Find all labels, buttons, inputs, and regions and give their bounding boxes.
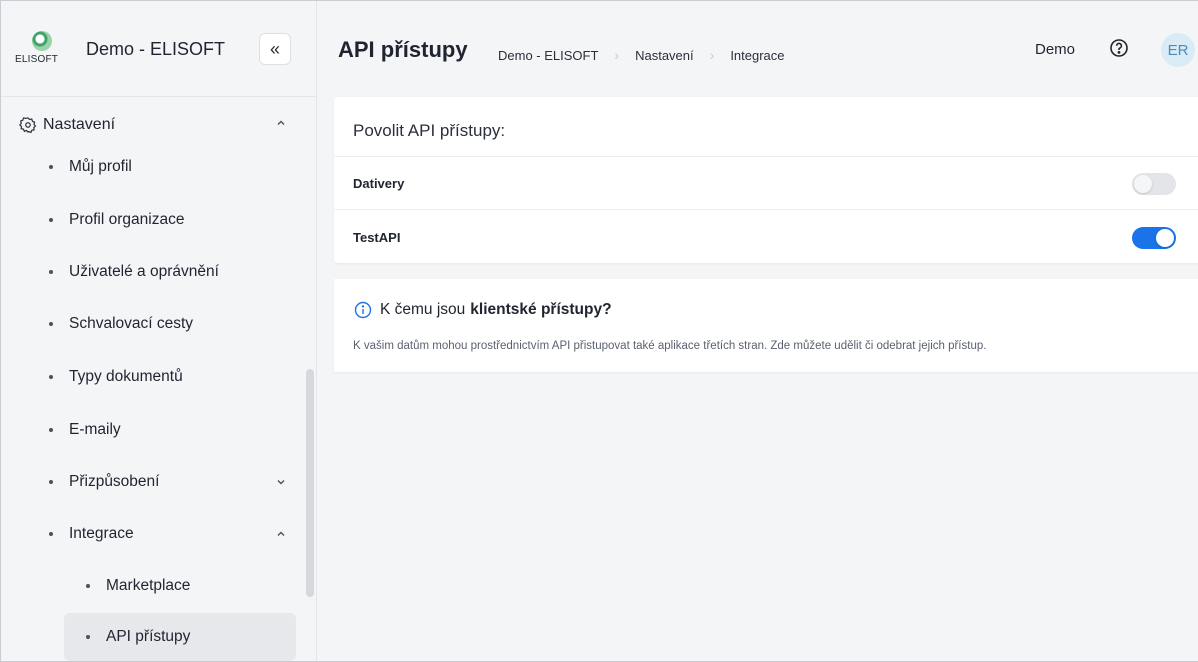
sidebar-item-label: Uživatelé a oprávnění	[69, 263, 219, 280]
sidebar-subitem-label: Marketplace	[106, 577, 191, 594]
info-title-prefix: K čemu jsou	[380, 301, 466, 318]
bullet-icon	[49, 270, 53, 274]
sidebar-item-label: E-maily	[69, 421, 121, 438]
page-header: API přístupy Demo - ELISOFT › Nastavení …	[318, 1, 1198, 97]
sidebar-group-settings[interactable]: Nastavení	[19, 107, 299, 143]
chevron-down-icon	[277, 480, 285, 485]
info-title: K čemu jsou klientské přístupy?	[354, 301, 612, 319]
breadcrumb: Demo - ELISOFT › Nastavení › Integrace	[498, 47, 785, 63]
api-row-testapi: TestAPI	[334, 211, 1198, 264]
collapse-sidebar-button[interactable]: «	[259, 33, 291, 65]
double-chevron-left-icon: «	[269, 38, 280, 59]
api-row-name: Dativery	[353, 175, 405, 191]
bullet-icon	[49, 428, 53, 432]
toggle-knob	[1156, 229, 1174, 247]
sidebar-item-label: Profil organizace	[69, 211, 185, 228]
sidebar: ELISOFT Demo - ELISOFT « Nastavení Můj p…	[1, 1, 317, 661]
api-access-heading: Povolit API přístupy:	[334, 97, 1198, 157]
sidebar-subitem-marketplace[interactable]: Marketplace	[86, 568, 286, 604]
api-row-dativery: Dativery	[334, 157, 1198, 210]
gear-icon	[19, 117, 37, 134]
breadcrumb-separator-icon: ›	[709, 47, 715, 63]
bullet-icon	[49, 375, 53, 379]
sidebar-item-label: Typy dokumentů	[69, 368, 183, 385]
avatar-initials: ER	[1167, 41, 1189, 59]
sidebar-item-integrations[interactable]: Integrace	[49, 516, 289, 552]
avatar[interactable]: ER	[1161, 33, 1195, 67]
info-description: K vašim datům mohou prostřednictvím API …	[353, 340, 987, 352]
sidebar-item-my-profile[interactable]: Můj profil	[49, 149, 289, 185]
sidebar-item-label: Přizpůsobení	[69, 473, 160, 490]
chevron-up-icon	[277, 531, 285, 536]
sidebar-subitem-label: API přístupy	[106, 628, 191, 645]
bullet-icon	[49, 532, 53, 536]
org-name: Demo - ELISOFT	[86, 39, 226, 59]
sidebar-group-label: Nastavení	[43, 116, 116, 133]
sidebar-item-users-permissions[interactable]: Uživatelé a oprávnění	[49, 254, 289, 290]
sidebar-scrollbar[interactable]	[306, 369, 314, 597]
api-access-card: Povolit API přístupy: Dativery TestAPI	[334, 97, 1198, 263]
breadcrumb-item-org[interactable]: Demo - ELISOFT	[498, 48, 598, 63]
sidebar-item-org-profile[interactable]: Profil organizace	[49, 202, 289, 238]
breadcrumb-item-integrations[interactable]: Integrace	[730, 48, 784, 63]
breadcrumb-separator-icon: ›	[614, 47, 620, 63]
page-title: API přístupy	[338, 37, 468, 62]
testapi-toggle[interactable]	[1132, 227, 1176, 249]
help-icon[interactable]	[1109, 38, 1129, 58]
dativery-toggle[interactable]	[1132, 173, 1176, 195]
sidebar-item-approval-paths[interactable]: Schvalovací cesty	[49, 306, 289, 342]
sidebar-item-document-types[interactable]: Typy dokumentů	[49, 359, 289, 395]
breadcrumb-item-settings[interactable]: Nastavení	[635, 48, 694, 63]
sidebar-item-label: Integrace	[69, 525, 134, 542]
sidebar-item-label: Můj profil	[69, 158, 132, 175]
logo-mark-icon	[32, 31, 52, 51]
bullet-icon	[49, 480, 53, 484]
api-row-name: TestAPI	[353, 230, 401, 245]
sidebar-item-emails[interactable]: E-maily	[49, 412, 289, 448]
bullet-icon	[49, 322, 53, 326]
sidebar-item-label: Schvalovací cesty	[69, 315, 194, 332]
bullet-icon	[86, 635, 90, 639]
bullet-icon	[49, 218, 53, 222]
info-title-bold: klientské přístupy?	[470, 301, 612, 318]
org-switcher[interactable]: Demo	[1035, 41, 1075, 58]
app-window: ELISOFT Demo - ELISOFT « Nastavení Můj p…	[0, 0, 1198, 662]
bullet-icon	[49, 165, 53, 169]
chevron-up-icon	[277, 120, 285, 125]
logo-text: ELISOFT	[15, 54, 59, 65]
sidebar-item-customization[interactable]: Přizpůsobení	[49, 464, 289, 500]
bullet-icon	[86, 584, 90, 588]
brand-header: ELISOFT Demo - ELISOFT «	[1, 1, 317, 97]
sidebar-subitem-api-access[interactable]: API přístupy	[64, 613, 296, 661]
info-card: K čemu jsou klientské přístupy? K vašim …	[334, 279, 1198, 372]
info-icon	[354, 301, 372, 319]
elisoft-logo[interactable]: ELISOFT	[13, 31, 69, 71]
toggle-knob	[1134, 175, 1152, 193]
